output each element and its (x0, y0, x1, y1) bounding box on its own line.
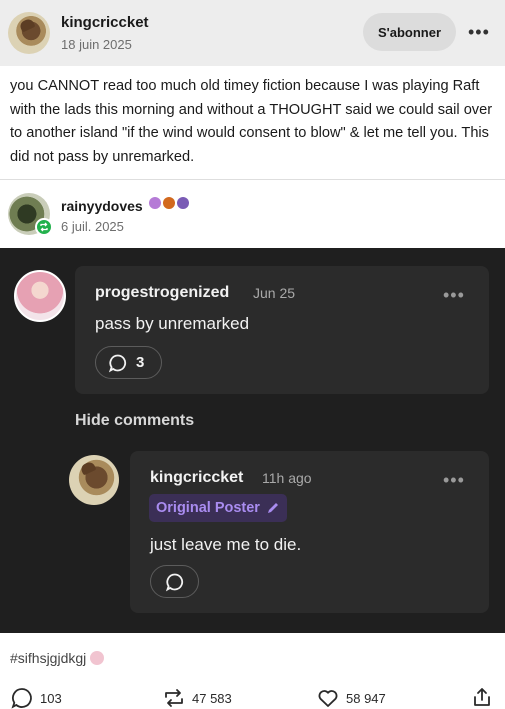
reblogs-count: 47 583 (192, 690, 232, 706)
post-author-name[interactable]: kingcriccket (61, 14, 149, 31)
subscribe-button[interactable]: S'abonner (363, 13, 456, 51)
divider (0, 179, 505, 180)
share-icon (474, 688, 490, 706)
reblog-icon (165, 689, 183, 707)
avatar[interactable] (69, 455, 119, 505)
post-date: 18 juin 2025 (61, 37, 132, 52)
like-button[interactable]: 58 947 (316, 686, 386, 709)
comment-author-name[interactable]: progestrogenized (95, 284, 229, 302)
reply-button[interactable] (150, 565, 199, 598)
post-header: kingcriccket 18 juin 2025 S'abonner ••• (0, 0, 505, 66)
comment-icon (11, 688, 32, 709)
reblog-date: 6 juil. 2025 (61, 219, 124, 234)
more-options-icon[interactable]: ••• (443, 286, 465, 304)
comment-text: just leave me to die. (150, 535, 302, 554)
post-tag[interactable]: #sifhsjgjdkgj (10, 650, 105, 666)
more-options-icon[interactable]: ••• (443, 471, 465, 489)
badge-icon (163, 197, 175, 209)
tag-label[interactable]: #sifhsjgjdkgj (10, 650, 86, 666)
more-options-icon[interactable]: ••• (468, 23, 490, 41)
avatar[interactable] (14, 270, 66, 322)
badge-icon (149, 197, 161, 209)
heart-icon (318, 690, 338, 707)
comment-text: pass by unremarked (95, 314, 250, 333)
hide-comments-button[interactable]: Hide comments (75, 412, 194, 430)
badge-icon (177, 197, 189, 209)
comment-time: Jun 25 (253, 285, 296, 301)
comment-icon (165, 573, 183, 591)
likes-count: 58 947 (346, 690, 386, 706)
avatar[interactable] (8, 12, 50, 54)
original-poster-badge: Original Poster (149, 494, 287, 522)
pencil-icon (267, 503, 278, 513)
reblog-button[interactable]: 47 583 (162, 686, 232, 709)
comment-icon (108, 354, 127, 372)
comments-count: 103 (40, 690, 62, 706)
comment-author-name[interactable]: kingcriccket (150, 469, 243, 487)
emoji-icon (90, 651, 105, 665)
user-badges (149, 197, 189, 209)
comment-time: 11h ago (262, 470, 312, 486)
reblog-icon (35, 218, 53, 236)
reply-count: 3 (136, 354, 145, 371)
comments-button[interactable]: 103 (10, 686, 62, 709)
reply-button[interactable]: 3 (95, 346, 162, 379)
post-body: you CANNOT read too much old timey ficti… (10, 78, 493, 165)
badge-label: Original Poster (156, 500, 260, 516)
reblogger-name[interactable]: rainyydoves (61, 198, 143, 214)
share-button[interactable] (471, 686, 493, 708)
